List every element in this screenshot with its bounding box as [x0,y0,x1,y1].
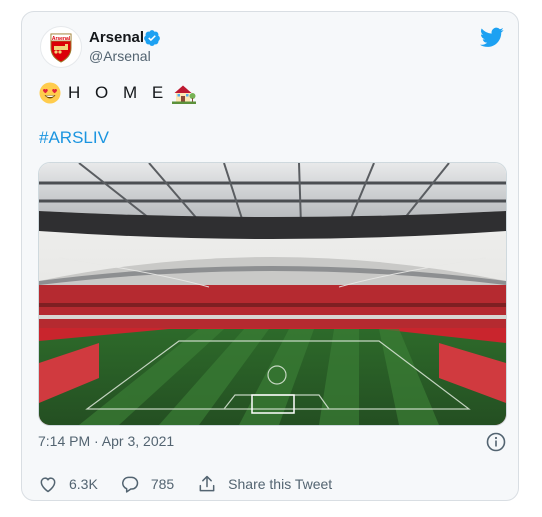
svg-text:Arsenal: Arsenal [52,36,71,42]
arsenal-crest-icon: Arsenal [50,33,72,63]
tweet-card[interactable]: Arsenal Arsenal @Arsenal H O M E #ARSLIV… [21,11,519,501]
twitter-bird-icon[interactable] [480,25,504,49]
share-label: Share this Tweet [228,476,333,492]
smiling-face-with-heart-eyes-icon [39,82,61,104]
hashtag-link[interactable]: #ARSLIV [39,128,109,148]
handle[interactable]: @Arsenal [89,48,151,64]
tweet-actions: 6.3K 785 Share this Tweet [38,474,332,494]
home-text: H O M E [68,83,169,102]
tweet-text: H O M E [39,80,197,106]
verified-badge-icon [144,30,160,46]
stadium-photo[interactable] [38,162,507,426]
like-button[interactable]: 6.3K [38,474,98,494]
avatar[interactable]: Arsenal [40,26,82,68]
heart-icon [40,477,56,493]
share-icon [199,475,215,492]
reply-count: 785 [150,476,175,492]
reply-button[interactable]: 785 [120,474,174,494]
share-button[interactable]: Share this Tweet [197,474,332,494]
like-count: 6.3K [69,476,98,492]
stadium-image [39,163,506,425]
display-name[interactable]: Arsenal [89,29,144,46]
house-with-garden-icon [172,85,197,104]
timestamp[interactable]: 7:14 PM · Apr 3, 2021 [38,433,174,449]
info-icon[interactable] [486,432,506,452]
reply-icon [121,476,139,493]
